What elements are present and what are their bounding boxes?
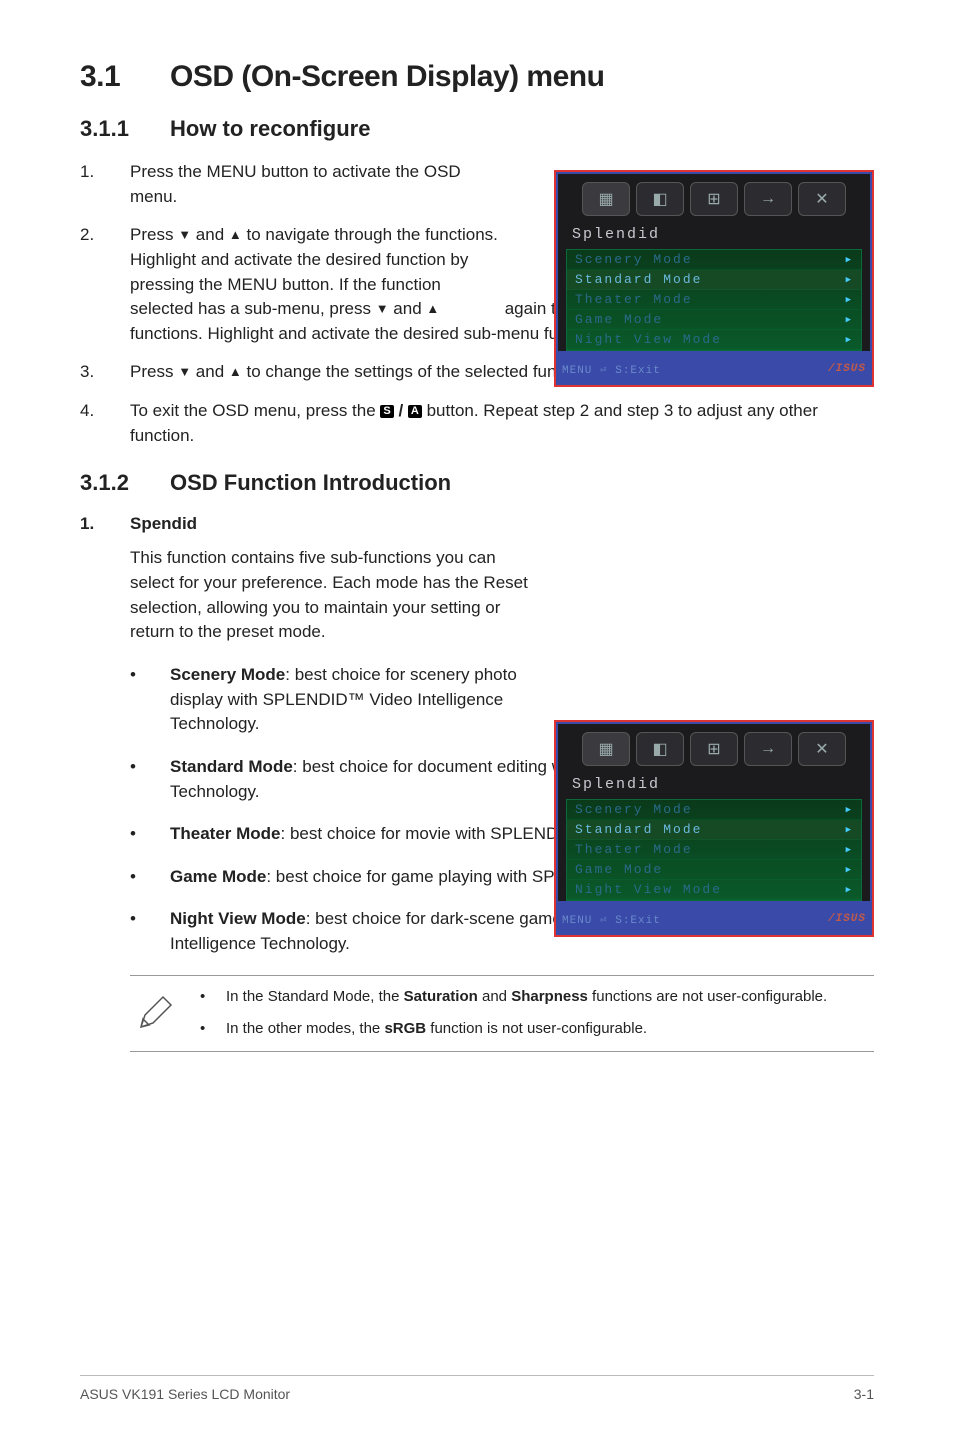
bullet-icon: • [130,663,170,737]
title-number: 3.1 [80,60,170,94]
osd-item: Standard Mode▶ [567,270,861,290]
osd-tab-splendid-icon: ▦ [582,732,630,766]
mode-name: Theater Mode [170,824,281,843]
footer-product: ASUS VK191 Series LCD Monitor [80,1386,290,1402]
section-312-heading: 3.1.2OSD Function Introduction [80,470,874,496]
osd-brand: /ISUS [828,363,866,377]
a-button-icon: A [408,405,422,418]
right-arrow-icon: ▶ [846,335,853,345]
up-triangle-icon: ▲ [229,226,242,245]
osd-panel-label: Splendid [566,772,862,799]
step-num: 1. [80,160,130,209]
section-311-text: How to reconfigure [170,116,370,141]
osd-tab-color-icon: ⊞ [690,732,738,766]
down-triangle-icon: ▼ [178,363,191,382]
osd-item: Theater Mode▶ [567,840,861,860]
spendid-num: 1. [80,514,130,534]
bullet-icon: • [200,1018,226,1041]
osd-item: Night View Mode▶ [567,330,861,350]
mode-name: Standard Mode [170,757,293,776]
mode-name: Game Mode [170,867,266,886]
right-arrow-icon: ▶ [846,845,853,855]
right-arrow-icon: ▶ [846,255,853,265]
right-arrow-icon: ▶ [846,275,853,285]
right-arrow-icon: ▶ [846,865,853,875]
osd-footer: MENU ⏎ S:Exit /ISUS [556,903,872,935]
up-triangle-icon: ▲ [229,363,242,382]
osd-mode-list: Scenery Mode▶ Standard Mode▶ Theater Mod… [566,799,862,901]
step-num: 2. [80,223,130,346]
spendid-label: Spendid [130,514,197,534]
section-311-num: 3.1.1 [80,116,170,142]
step-text: To exit the OSD menu, press the S / A bu… [130,399,874,448]
bullet-icon: • [130,907,170,956]
bullet-icon: • [130,865,170,890]
mode-name: Night View Mode [170,909,306,928]
title-text: OSD (On-Screen Display) menu [170,60,604,93]
osd-footer-hint: MENU ⏎ S:Exit [562,363,661,377]
osd-tab-color-icon: ⊞ [690,182,738,216]
mode-name: Scenery Mode [170,665,285,684]
step-text: Press the MENU button to activate the OS… [130,160,500,209]
section-311-heading: 3.1.1How to reconfigure [80,116,874,142]
spendid-intro: This function contains five sub-function… [130,546,530,645]
step-num: 3. [80,360,130,385]
osd-footer-hint: MENU ⏎ S:Exit [562,913,661,927]
osd-mode-list: Scenery Mode▶ Standard Mode▶ Theater Mod… [566,249,862,351]
osd-tab-image-icon: ◧ [636,182,684,216]
bullet-icon: • [200,986,226,1009]
note-list: • In the Standard Mode, the Saturation a… [200,986,874,1041]
osd-tab-input-icon: → [744,732,792,766]
osd-panel-label: Splendid [566,222,862,249]
right-arrow-icon: ▶ [846,885,853,895]
footer-page-number: 3-1 [854,1386,874,1402]
section-312-text: OSD Function Introduction [170,470,451,495]
bullet-icon: • [130,822,170,847]
right-arrow-icon: ▶ [846,295,853,305]
osd-tab-system-icon: ✕ [798,732,846,766]
osd-item: Scenery Mode▶ [567,800,861,820]
osd-item: Game Mode▶ [567,860,861,880]
osd-item: Standard Mode▶ [567,820,861,840]
osd-item: Scenery Mode▶ [567,250,861,270]
note-block: • In the Standard Mode, the Saturation a… [130,975,874,1052]
osd-tab-splendid-icon: ▦ [582,182,630,216]
pen-note-icon [130,986,180,1041]
osd-tab-row: ▦ ◧ ⊞ → ✕ [566,182,862,216]
osd-screenshot: ▦ ◧ ⊞ → ✕ Splendid Scenery Mode▶ Standar… [554,720,874,937]
page-footer: ASUS VK191 Series LCD Monitor 3-1 [80,1375,874,1402]
osd-brand: /ISUS [828,913,866,927]
osd-tab-input-icon: → [744,182,792,216]
right-arrow-icon: ▶ [846,315,853,325]
osd-item: Game Mode▶ [567,310,861,330]
down-triangle-icon: ▼ [178,226,191,245]
osd-tab-image-icon: ◧ [636,732,684,766]
up-triangle-icon: ▲ [426,300,439,319]
osd-tab-row: ▦ ◧ ⊞ → ✕ [566,732,862,766]
section-312-num: 3.1.2 [80,470,170,496]
osd-tab-system-icon: ✕ [798,182,846,216]
osd-item: Theater Mode▶ [567,290,861,310]
s-button-icon: S [380,405,393,418]
down-triangle-icon: ▼ [376,300,389,319]
note-text: In the Standard Mode, the Saturation and… [226,986,827,1009]
osd-item: Night View Mode▶ [567,880,861,900]
osd-screenshot: ▦ ◧ ⊞ → ✕ Splendid Scenery Mode▶ Standar… [554,170,874,387]
step-num: 4. [80,399,130,448]
right-arrow-icon: ▶ [846,825,853,835]
spendid-heading: 1. Spendid [80,514,874,534]
bullet-icon: • [130,755,170,804]
right-arrow-icon: ▶ [846,805,853,815]
mode-text: Scenery Mode: best choice for scenery ph… [170,663,540,737]
osd-footer: MENU ⏎ S:Exit /ISUS [556,353,872,385]
note-text: In the other modes, the sRGB function is… [226,1018,647,1041]
page-title: 3.1OSD (On-Screen Display) menu [80,60,874,94]
